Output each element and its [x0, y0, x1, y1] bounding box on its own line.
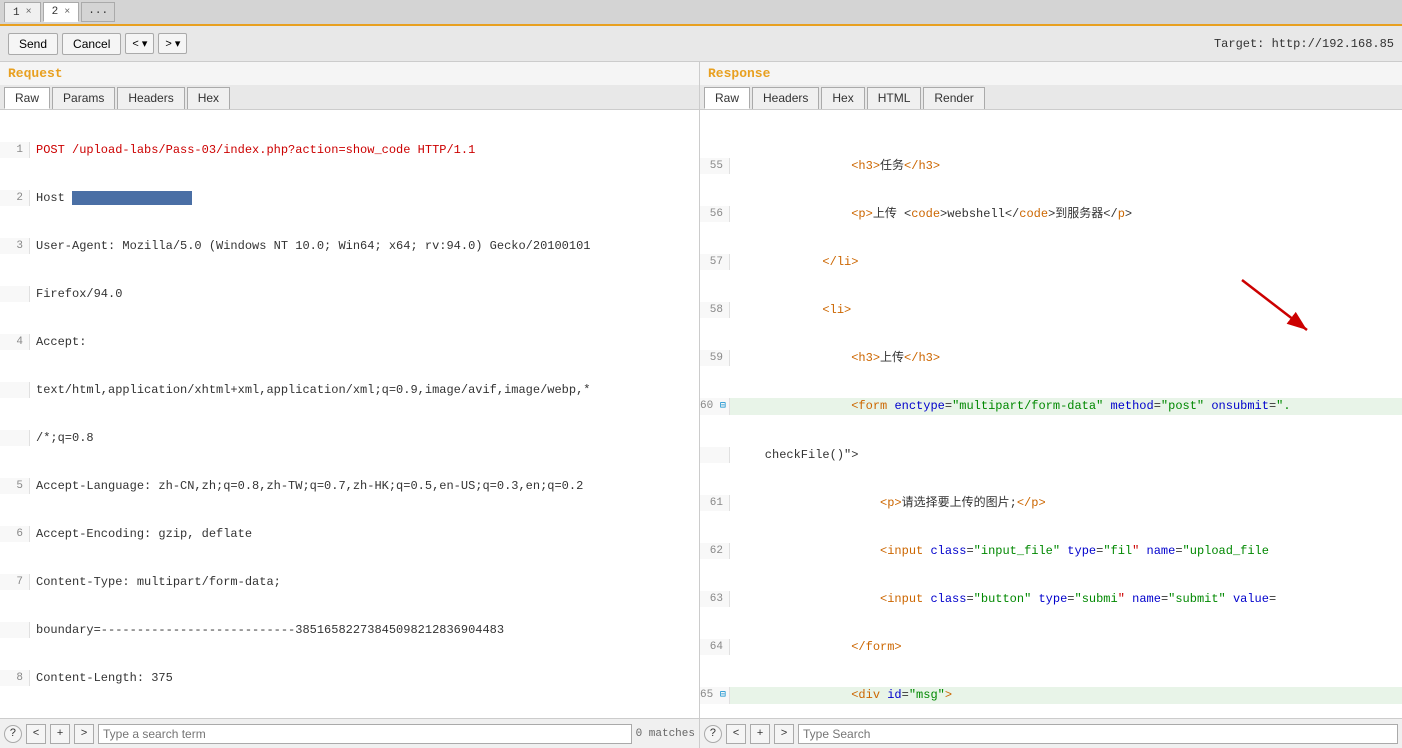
request-line-2: 2 Host — [0, 190, 699, 206]
target-url: Target: http://192.168.85 — [1214, 37, 1394, 51]
response-header: Response — [700, 62, 1402, 85]
request-line-6: 6 Accept-Encoding: gzip, deflate — [0, 526, 699, 542]
response-line-56: 56 <p>上传 <code>webshell</code>到服务器</p> — [700, 206, 1402, 222]
tab-2-label: 2 — [52, 6, 59, 18]
search-bar-left: ? < + > 0 matches — [0, 719, 700, 748]
response-line-55: 55 <h3>任务</h3> — [700, 158, 1402, 174]
search-input-left[interactable] — [98, 724, 632, 744]
search-prev-right[interactable]: < — [726, 724, 746, 744]
tab-request-raw[interactable]: Raw — [4, 87, 50, 109]
request-panel: Request Raw Params Headers Hex 1 POST /u… — [0, 62, 700, 718]
request-line-1: 1 POST /upload-labs/Pass-03/index.php?ac… — [0, 142, 699, 158]
response-code-area[interactable]: 55 <h3>任务</h3> 56 <p>上传 <code>webshell</… — [700, 110, 1402, 718]
request-line-4: 4 Accept: — [0, 334, 699, 350]
tab-2-close[interactable]: × — [64, 7, 70, 18]
request-header: Request — [0, 62, 699, 85]
send-button[interactable]: Send — [8, 33, 58, 55]
toolbar-left: Send Cancel < ▾ > ▾ — [8, 33, 187, 55]
response-line-65: 65 ⊟ <div id="msg"> — [700, 687, 1402, 704]
request-line-5: 5 Accept-Language: zh-CN,zh;q=0.8,zh-TW;… — [0, 478, 699, 494]
tab-response-headers[interactable]: Headers — [752, 87, 819, 109]
request-line-8: 8 Content-Length: 375 — [0, 670, 699, 686]
nav-forward-icon: > ▾ — [165, 37, 180, 50]
search-bar-right: ? < + > — [700, 719, 1402, 748]
help-icon-left[interactable]: ? — [4, 725, 22, 743]
search-next-left[interactable]: > — [74, 724, 94, 744]
response-line-62: 62 <input class="input_file" type="fil" … — [700, 543, 1402, 559]
tab-1-close[interactable]: × — [26, 7, 32, 18]
tab-2[interactable]: 2 × — [43, 2, 80, 22]
tab-response-raw[interactable]: Raw — [704, 87, 750, 109]
response-line-57: 57 </li> — [700, 254, 1402, 270]
nav-back-button[interactable]: < ▾ — [125, 33, 154, 54]
tab-request-headers[interactable]: Headers — [117, 87, 184, 109]
tab-bar: 1 × 2 × ... — [0, 0, 1402, 26]
request-code-area[interactable]: 1 POST /upload-labs/Pass-03/index.php?ac… — [0, 110, 699, 718]
request-line-4b: text/html,application/xhtml+xml,applicat… — [0, 382, 699, 398]
request-line-7b: boundary=---------------------------3851… — [0, 622, 699, 638]
response-code: 55 <h3>任务</h3> 56 <p>上传 <code>webshell</… — [700, 110, 1402, 718]
request-code: 1 POST /upload-labs/Pass-03/index.php?ac… — [0, 110, 699, 718]
request-line-3: 3 User-Agent: Mozilla/5.0 (Windows NT 10… — [0, 238, 699, 254]
tab-response-hex[interactable]: Hex — [821, 87, 864, 109]
toolbar: Send Cancel < ▾ > ▾ Target: http://192.1… — [0, 26, 1402, 62]
request-line-3b: Firefox/94.0 — [0, 286, 699, 302]
search-prev-left[interactable]: < — [26, 724, 46, 744]
response-line-59: 59 <h3>上传</h3> — [700, 350, 1402, 366]
response-line-61: 61 <p>请选择要上传的图片;</p> — [700, 495, 1402, 511]
nav-forward-button[interactable]: > ▾ — [158, 33, 187, 54]
request-line-7: 7 Content-Type: multipart/form-data; — [0, 574, 699, 590]
tab-1-label: 1 — [13, 7, 20, 19]
tab-response-html[interactable]: HTML — [867, 87, 922, 109]
bottom-bar: ? < + > 0 matches ? < + > — [0, 718, 1402, 748]
response-line-63: 63 <input class="button" type="submi" na… — [700, 591, 1402, 607]
response-panel: Response Raw Headers Hex HTML Render 55 … — [700, 62, 1402, 718]
search-next-right[interactable]: > — [774, 724, 794, 744]
response-tabs: Raw Headers Hex HTML Render — [700, 85, 1402, 110]
response-line-60b: checkFile()"> — [700, 447, 1402, 463]
tab-1[interactable]: 1 × — [4, 2, 41, 22]
search-plus-left[interactable]: + — [50, 724, 70, 744]
tab-response-render[interactable]: Render — [923, 87, 984, 109]
tab-more[interactable]: ... — [81, 2, 115, 22]
search-plus-right[interactable]: + — [750, 724, 770, 744]
cancel-button[interactable]: Cancel — [62, 33, 121, 55]
help-icon-right[interactable]: ? — [704, 725, 722, 743]
response-line-60: 60 ⊟ <form enctype="multipart/form-data"… — [700, 398, 1402, 415]
response-line-58: 58 <li> — [700, 302, 1402, 318]
response-line-64: 64 </form> — [700, 639, 1402, 655]
tab-request-hex[interactable]: Hex — [187, 87, 230, 109]
tab-request-params[interactable]: Params — [52, 87, 115, 109]
request-line-4c: /*;q=0.8 — [0, 430, 699, 446]
nav-back-icon: < ▾ — [132, 37, 147, 50]
main-split: Request Raw Params Headers Hex 1 POST /u… — [0, 62, 1402, 718]
match-count-left: 0 matches — [636, 728, 695, 740]
request-tabs: Raw Params Headers Hex — [0, 85, 699, 110]
search-input-right[interactable] — [798, 724, 1398, 744]
